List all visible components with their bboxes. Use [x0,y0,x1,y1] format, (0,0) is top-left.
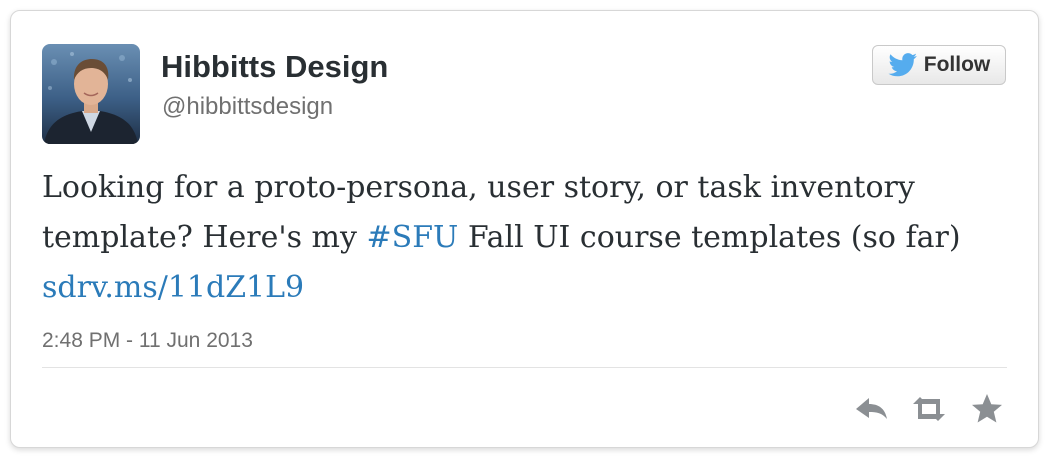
tweet-text-part2: Fall UI course templates (so far) [458,220,961,255]
divider [42,367,1007,368]
tweet-text: Looking for a proto-persona, user story,… [42,163,1022,313]
avatar[interactable] [42,44,140,144]
short-url-link[interactable]: sdrv.ms/11dZ1L9 [42,270,304,305]
retweet-icon[interactable] [909,389,949,429]
author-name[interactable]: Hibbitts Design [161,49,388,85]
hashtag-link[interactable]: #SFU [367,220,459,255]
twitter-bird-icon [888,53,918,77]
tweet-timestamp[interactable]: 2:48 PM - 11 Jun 2013 [42,329,253,353]
follow-button[interactable]: Follow [872,45,1006,85]
tweet-actions [851,389,1011,429]
author-handle[interactable]: @hibbittsdesign [162,93,333,121]
embedded-tweet-card: Hibbitts Design @hibbittsdesign Follow L… [10,10,1039,448]
favorite-star-icon[interactable] [967,389,1007,429]
follow-label: Follow [923,53,991,76]
reply-icon[interactable] [851,389,891,429]
